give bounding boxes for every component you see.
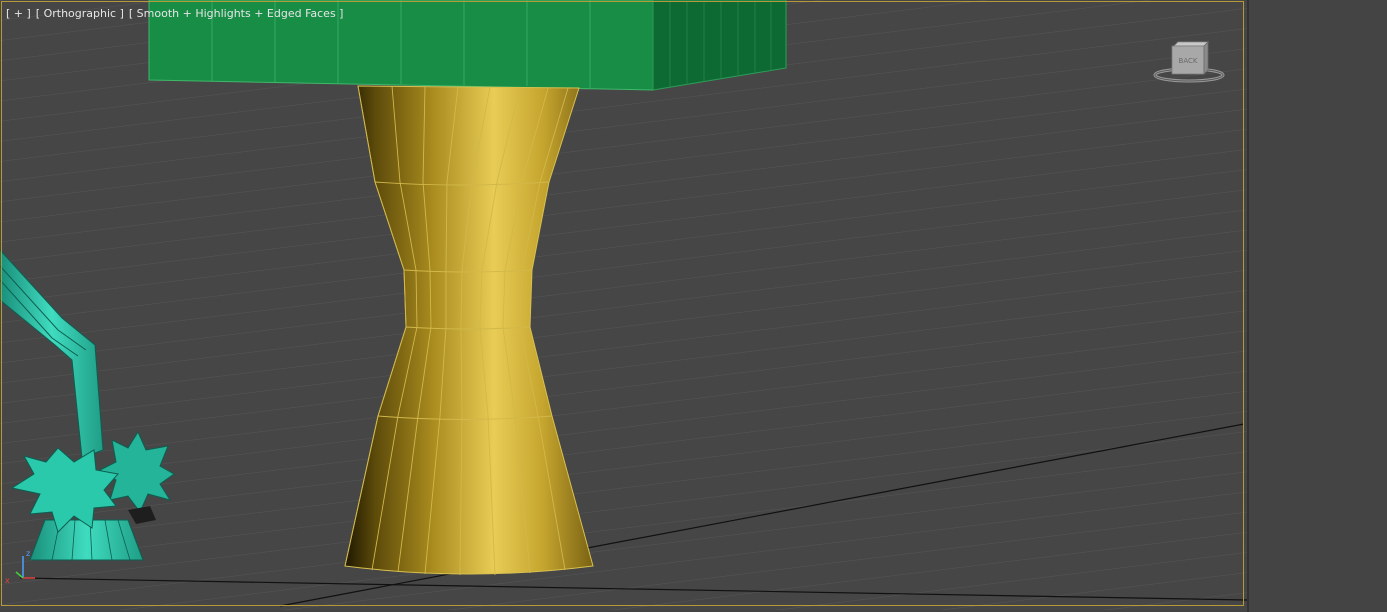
viewcube-icon[interactable]: BACK	[1152, 40, 1226, 86]
right-panel	[1247, 0, 1387, 612]
viewport-general-menu[interactable]: [ + ]	[6, 7, 31, 20]
grid-lines-secondary	[0, 0, 1247, 610]
viewport-label-menu: [ + ] [ Orthographic ] [ Smooth + Highli…	[6, 7, 343, 20]
svg-text:x: x	[5, 576, 10, 585]
app-window: x z [ + ] [ Orthographic ] [ Smooth + Hi…	[0, 0, 1387, 612]
svg-text:z: z	[26, 549, 30, 558]
viewcube-face-label: BACK	[1179, 57, 1198, 65]
scene-canvas[interactable]: x z	[0, 0, 1247, 610]
viewport[interactable]: x z [ + ] [ Orthographic ] [ Smooth + Hi…	[0, 0, 1247, 610]
viewport-point-of-view-menu[interactable]: [ Orthographic ]	[36, 7, 124, 20]
viewport-shading-menu[interactable]: [ Smooth + Highlights + Edged Faces ]	[129, 7, 344, 20]
